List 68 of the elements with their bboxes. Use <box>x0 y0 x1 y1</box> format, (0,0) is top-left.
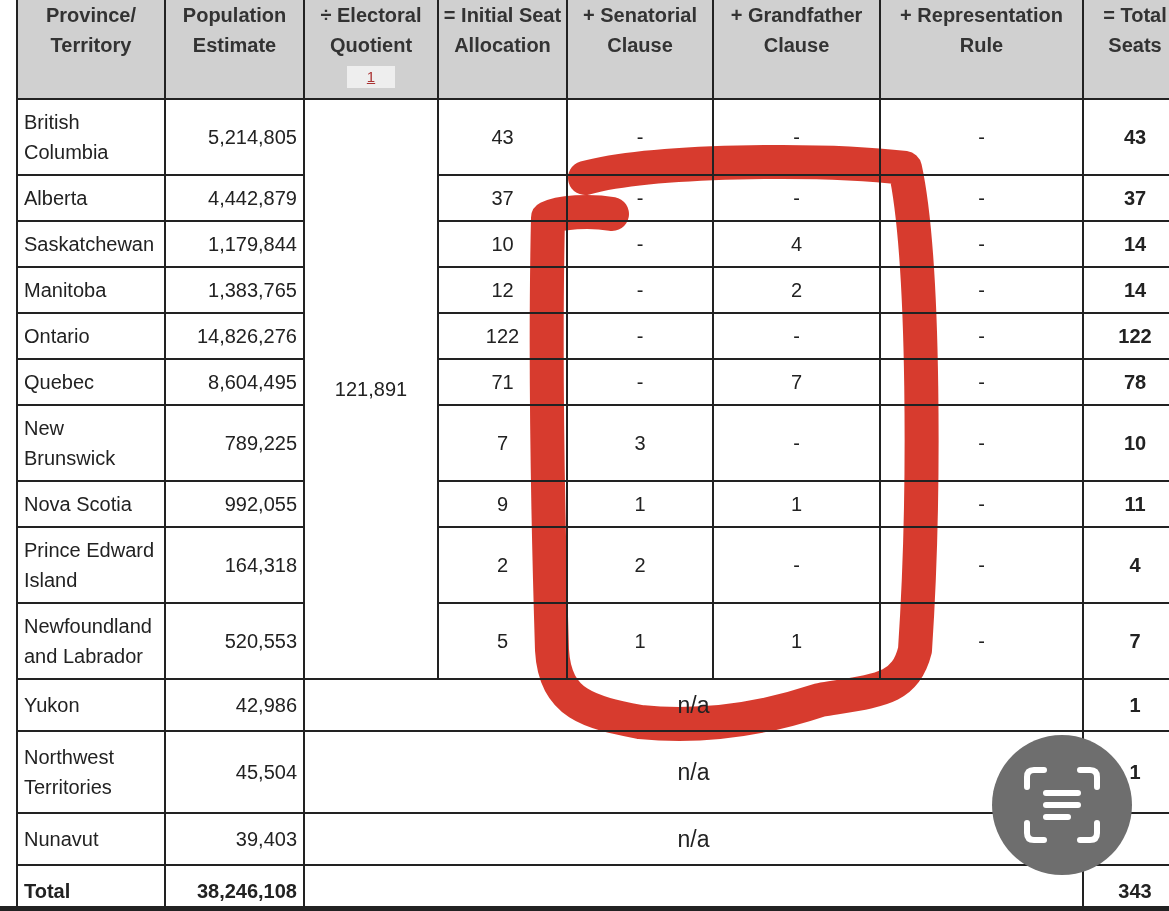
table-cell: British Columbia <box>17 99 165 175</box>
table-cell: 71 <box>438 359 567 405</box>
table-cell: - <box>567 267 713 313</box>
table-cell: - <box>567 313 713 359</box>
table-cell: Quebec <box>17 359 165 405</box>
table-cell: 5,214,805 <box>165 99 304 175</box>
table-cell: - <box>567 221 713 267</box>
table-cell: - <box>880 481 1083 527</box>
table-cell: 7 <box>438 405 567 481</box>
column-header: + Senatorial Clause <box>567 0 713 99</box>
table-cell: - <box>880 603 1083 679</box>
table-cell: 1 <box>567 603 713 679</box>
column-header: = Total Seats <box>1083 0 1169 99</box>
table-cell: 10 <box>438 221 567 267</box>
footnote-link[interactable]: 1 <box>346 66 396 88</box>
table-cell: 1 <box>567 481 713 527</box>
table-cell: 9 <box>438 481 567 527</box>
column-header: = Initial Seat Allocation <box>438 0 567 99</box>
table-cell: 2 <box>713 267 880 313</box>
table-cell: - <box>880 175 1083 221</box>
table-cell: 43 <box>438 99 567 175</box>
table-cell: 12 <box>438 267 567 313</box>
table-cell: 1 <box>713 481 880 527</box>
table-cell: Prince Edward Island <box>17 527 165 603</box>
table-cell: 3 <box>567 405 713 481</box>
table-cell: - <box>713 175 880 221</box>
table-cell: Manitoba <box>17 267 165 313</box>
table-cell: Nunavut <box>17 813 165 865</box>
table-cell: - <box>880 267 1083 313</box>
table-cell: - <box>880 99 1083 175</box>
table-cell: 121,891 <box>304 99 438 679</box>
table-cell: 122 <box>438 313 567 359</box>
table-cell: - <box>880 221 1083 267</box>
table-cell: 1 <box>713 603 880 679</box>
table-cell: Newfoundland and Labrador <box>17 603 165 679</box>
table-cell: - <box>713 99 880 175</box>
table-cell: - <box>713 313 880 359</box>
table-cell: - <box>880 405 1083 481</box>
table-cell: 2 <box>438 527 567 603</box>
table-cell: New Brunswick <box>17 405 165 481</box>
text-scan-icon <box>1022 765 1102 845</box>
table-cell: 2 <box>567 527 713 603</box>
table-cell: Alberta <box>17 175 165 221</box>
table-cell: - <box>880 313 1083 359</box>
table-cell: Saskatchewan <box>17 221 165 267</box>
table-cell: - <box>567 359 713 405</box>
column-header: ÷ Electoral Quotient 1 <box>304 0 438 99</box>
table-cell: 39,403 <box>165 813 304 865</box>
table-cell: - <box>713 527 880 603</box>
table-cell: - <box>880 527 1083 603</box>
table-cell: Ontario <box>17 313 165 359</box>
table-cell: Northwest Territories <box>17 731 165 813</box>
table-cell: - <box>880 359 1083 405</box>
column-header: + Representation Rule <box>880 0 1083 99</box>
table-cell: Nova Scotia <box>17 481 165 527</box>
table-cell: 37 <box>438 175 567 221</box>
table-cell: - <box>713 405 880 481</box>
table-cell: 4 <box>713 221 880 267</box>
table-cell: - <box>567 175 713 221</box>
column-header: + Grandfather Clause <box>713 0 880 99</box>
table-cell: 7 <box>713 359 880 405</box>
table-cell: - <box>567 99 713 175</box>
table-cell: Yukon <box>17 679 165 731</box>
table-cell: 5 <box>438 603 567 679</box>
column-header: Province/ Territory <box>17 0 165 99</box>
table-cell: 42,986 <box>165 679 304 731</box>
table-cell: 45,504 <box>165 731 304 813</box>
column-header: Population Estimate <box>165 0 304 99</box>
